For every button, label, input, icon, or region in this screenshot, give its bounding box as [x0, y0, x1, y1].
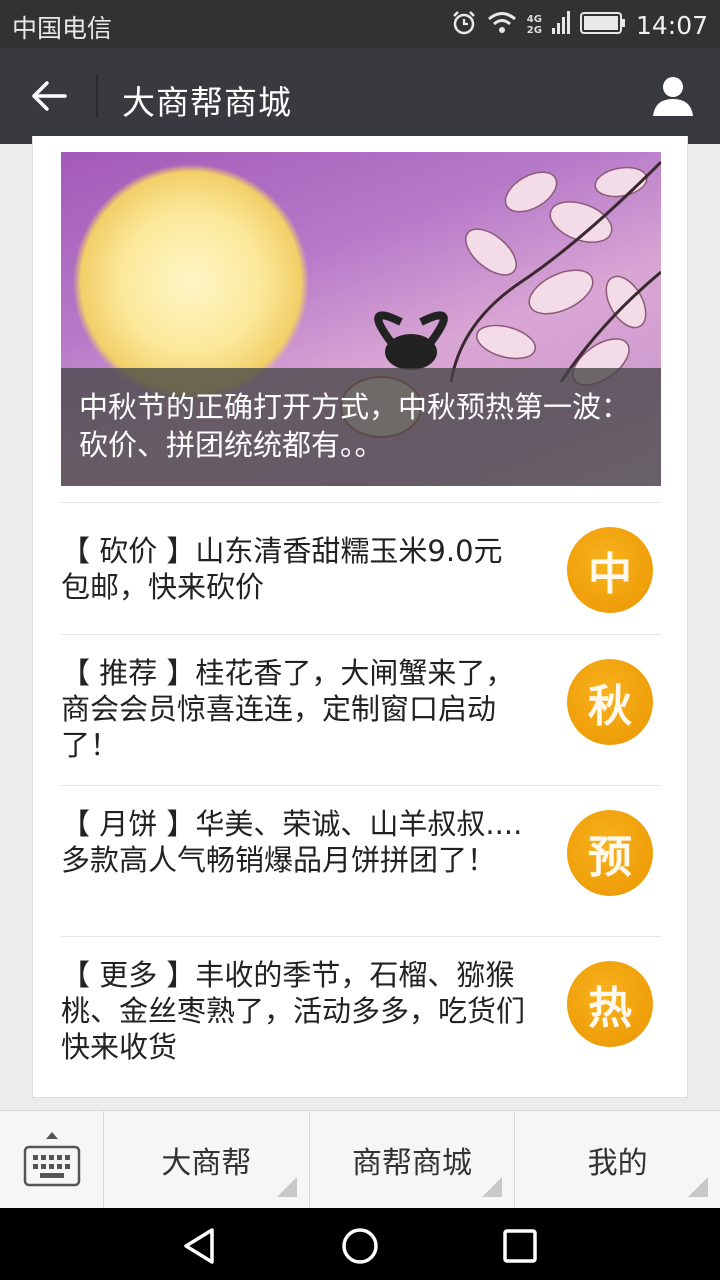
network-type-top: 4G [526, 14, 542, 25]
article-thumbnail: 热 [561, 957, 661, 1057]
back-button[interactable] [22, 72, 76, 120]
article-item[interactable]: 【 更多 】丰收的季节，石榴、猕猴桃、金丝枣熟了，活动多多，吃货们快来收货 热 [61, 936, 661, 1086]
article-list: 【 砍价 】山东清香甜糯玉米9.0元包邮，快来砍价 中 【 推荐 】桂花香了，大… [61, 502, 661, 1086]
title-divider [96, 74, 98, 118]
thumbnail-badge: 秋 [567, 659, 653, 745]
signal-icon [551, 10, 570, 40]
featured-banner[interactable]: 中秋节的正确打开方式，中秋预热第一波：砍价、拼团统统都有。。 [61, 152, 661, 486]
bottom-menu: 大商帮 商帮商城 我的 [0, 1110, 720, 1209]
menu-item-mine[interactable]: 我的 [515, 1111, 720, 1209]
article-thumbnail: 秋 [561, 655, 661, 755]
menu-item-mall[interactable]: 商帮商城 [310, 1111, 516, 1209]
wifi-icon [487, 11, 517, 39]
page-title: 大商帮商城 [122, 83, 292, 122]
article-item[interactable]: 【 推荐 】桂花香了，大闸蟹来了，商会会员惊喜连连，定制窗口启动了！ 秋 [61, 634, 661, 785]
thumbnail-badge: 预 [567, 810, 653, 896]
article-item[interactable]: 【 砍价 】山东清香甜糯玉米9.0元包邮，快来砍价 中 [61, 502, 661, 634]
article-title: 【 更多 】丰收的季节，石榴、猕猴桃、金丝枣熟了，活动多多，吃货们快来收货 [61, 958, 526, 1064]
banner-caption: 中秋节的正确打开方式，中秋预热第一波：砍价、拼团统统都有。。 [61, 368, 661, 486]
network-type-bottom: 2G [526, 25, 542, 36]
submenu-indicator-icon [688, 1177, 709, 1197]
battery-icon [579, 11, 626, 39]
menu-item-label: 商帮商城 [352, 1146, 472, 1181]
system-nav-bar [0, 1208, 720, 1280]
thumbnail-badge: 热 [567, 961, 653, 1047]
menu-item-label: 我的 [587, 1146, 648, 1181]
nav-back-icon[interactable] [180, 1226, 220, 1266]
menu-item-dashangbang[interactable]: 大商帮 [104, 1111, 310, 1209]
news-card: 中秋节的正确打开方式，中秋预热第一波：砍价、拼团统统都有。。 【 砍价 】山东清… [32, 136, 688, 1098]
submenu-indicator-icon [482, 1177, 503, 1197]
keyboard-toggle-button[interactable] [0, 1111, 104, 1209]
article-title: 【 推荐 】桂花香了，大闸蟹来了，商会会员惊喜连连，定制窗口启动了！ [61, 656, 515, 762]
article-item[interactable]: 【 月饼 】华美、荣诚、山羊叔叔....多款高人气畅销爆品月饼拼团了！ 预 [61, 785, 661, 936]
user-icon [653, 77, 693, 116]
profile-button[interactable] [648, 70, 698, 120]
nav-home-icon[interactable] [340, 1226, 380, 1266]
title-bar: 大商帮商城 [0, 48, 720, 144]
submenu-indicator-icon [276, 1177, 297, 1197]
nav-recents-icon[interactable] [500, 1226, 540, 1266]
clock: 14:07 [635, 10, 708, 40]
arrow-left-icon [32, 81, 67, 111]
article-title: 【 砍价 】山东清香甜糯玉米9.0元包邮，快来砍价 [61, 534, 503, 604]
menu-item-label: 大商帮 [161, 1146, 252, 1181]
carrier-name: 中国电信 [12, 14, 113, 43]
status-icons: 4G 2G 14:07 [451, 9, 708, 41]
thumbnail-badge: 中 [567, 527, 653, 613]
network-type: 4G 2G [527, 14, 542, 36]
article-thumbnail: 预 [561, 806, 661, 906]
article-title: 【 月饼 】华美、荣诚、山羊叔叔....多款高人气畅销爆品月饼拼团了！ [61, 807, 523, 877]
alarm-icon [451, 10, 477, 40]
article-thumbnail: 中 [561, 523, 661, 623]
keyboard-icon [23, 1132, 81, 1187]
status-bar: 中国电信 4G 2G 14:07 [0, 0, 720, 48]
